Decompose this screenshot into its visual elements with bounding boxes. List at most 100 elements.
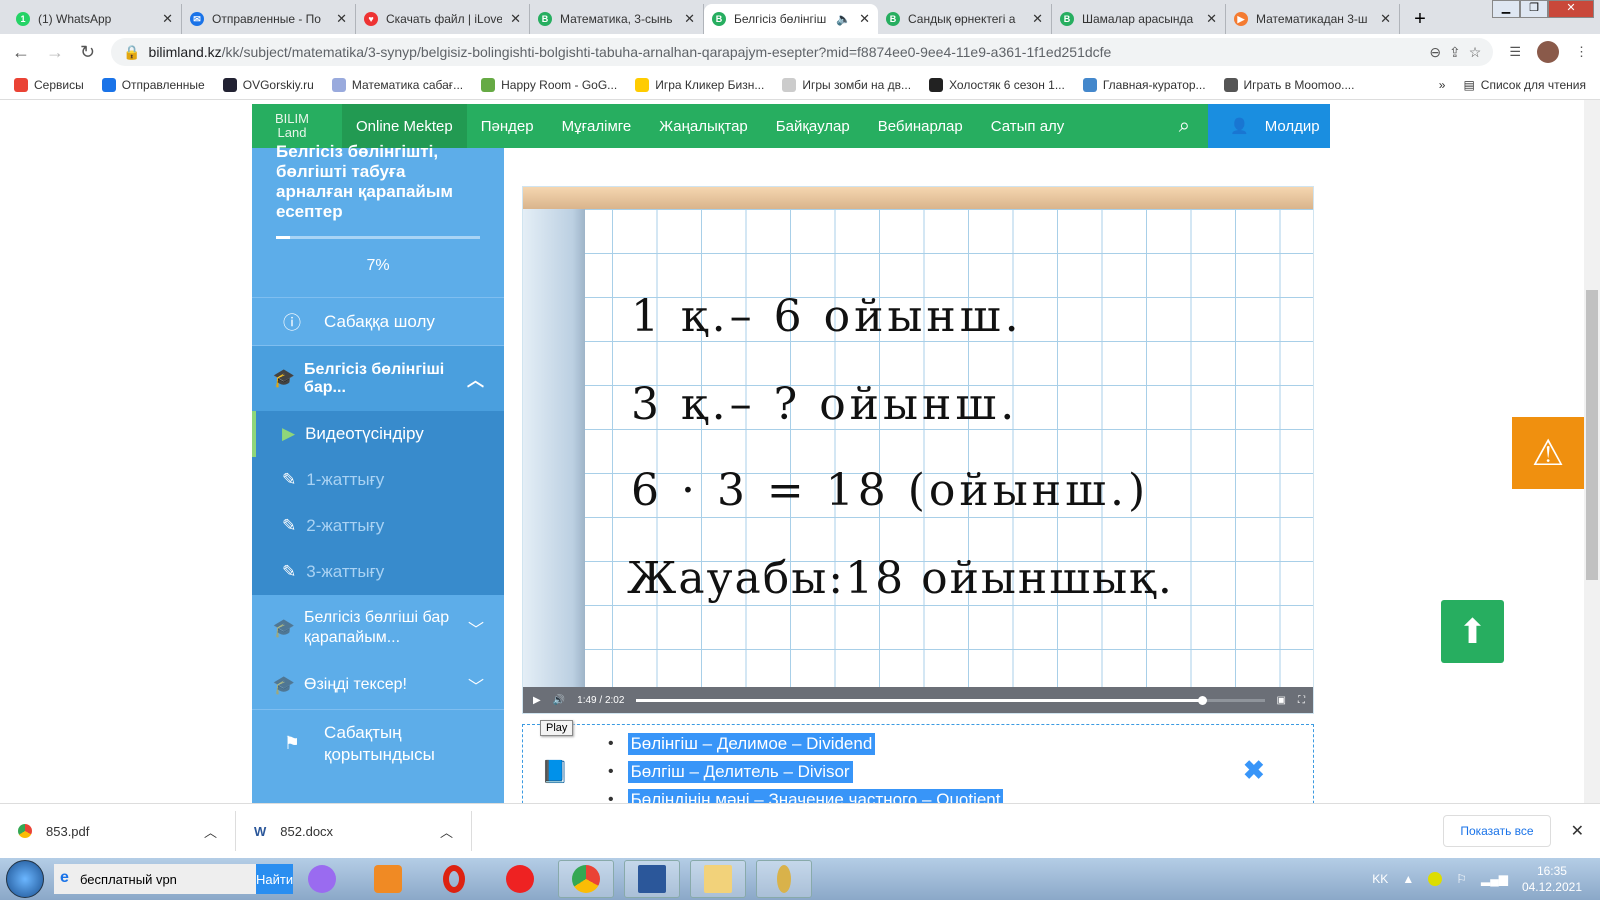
nav-item[interactable]: Байқаулар — [762, 104, 864, 148]
sidebar-item-exercise-2[interactable]: ✎ 2-жаттығу — [252, 503, 504, 549]
close-tab-icon[interactable]: ✕ — [162, 11, 173, 27]
close-tab-icon[interactable]: ✕ — [684, 11, 695, 27]
pip-icon[interactable]: ▣ — [1277, 695, 1286, 706]
taskbar-search-input[interactable] — [54, 864, 256, 894]
close-downloads-icon[interactable]: ✕ — [1571, 821, 1584, 841]
nav-item[interactable]: Сатып алу — [977, 104, 1079, 148]
share-icon[interactable]: ⇪ — [1449, 44, 1461, 61]
close-tab-icon[interactable]: ✕ — [1206, 11, 1217, 27]
close-tab-icon[interactable]: ✕ — [1380, 11, 1391, 27]
action-center-flag-icon[interactable]: ⚐ — [1456, 872, 1467, 886]
opera-icon[interactable] — [426, 860, 482, 898]
seek-bar[interactable] — [636, 695, 1265, 705]
language-indicator[interactable]: KK — [1372, 872, 1388, 886]
sidebar-item-summary[interactable]: ⚑ Сабақтың қорытындысы — [252, 709, 504, 777]
video-player[interactable]: 1 қ.– 6 ойынш. 3 қ.– ? ойынш. 6 · 3 = 18… — [522, 186, 1314, 714]
bookmark[interactable]: OVGorskiy.ru — [222, 77, 314, 92]
play-button[interactable]: ▶ — [533, 695, 541, 706]
browser-tab[interactable]: B Математика, 3-сынь ✕ — [530, 4, 704, 34]
network-icon[interactable]: ▂▄▆ — [1481, 872, 1508, 886]
bookmark[interactable]: Главная-куратор... — [1082, 77, 1206, 92]
report-warning-button[interactable]: ⚠ — [1512, 417, 1584, 489]
browser-tab[interactable]: ▶ Математикадан 3-ш ✕ — [1226, 4, 1400, 34]
show-all-downloads-button[interactable]: Показать все — [1443, 815, 1551, 847]
reading-list[interactable]: ▤ Список для чтения — [1463, 78, 1586, 92]
reload-icon[interactable]: ↻ — [80, 42, 95, 63]
tray-expand-icon[interactable]: ▲ — [1402, 872, 1414, 886]
forward-icon[interactable]: → — [46, 42, 64, 63]
browser-tab[interactable]: ♥ Скачать файл | iLove ✕ — [356, 4, 530, 34]
reading-list-icon[interactable]: ☰ — [1509, 44, 1521, 60]
browser-tab[interactable]: B Сандық өрнектегі а ✕ — [878, 4, 1052, 34]
bookmark[interactable]: Happy Room - GoG... — [481, 77, 618, 92]
audio-playing-icon[interactable]: 🔈 — [836, 12, 851, 26]
bookmark-label: Happy Room - GoG... — [501, 77, 618, 92]
start-button[interactable] — [6, 860, 44, 898]
chevron-up-icon[interactable]: ︿ — [440, 822, 453, 841]
tray-app-icon[interactable] — [1428, 872, 1443, 886]
browser-tab[interactable]: B Шамалар арасында ✕ — [1052, 4, 1226, 34]
close-window-button[interactable]: ✕ — [1548, 0, 1594, 18]
fullscreen-icon[interactable]: ⛶ — [1298, 695, 1305, 706]
clock[interactable]: 16:35 04.12.2021 — [1522, 863, 1582, 895]
yandex-browser-icon[interactable] — [492, 860, 548, 898]
star-icon[interactable]: ☆ — [1469, 44, 1482, 61]
close-glossary-icon[interactable]: ✖ — [1243, 755, 1265, 786]
url-input[interactable]: 🔒 bilimland.kz/kk/subject/matematika/3-s… — [111, 38, 1494, 66]
chevron-up-icon[interactable]: ︿ — [467, 366, 484, 391]
page-scrollbar[interactable] — [1584, 100, 1600, 803]
media-player-icon[interactable] — [360, 860, 416, 898]
alice-icon[interactable] — [294, 860, 350, 898]
close-tab-icon[interactable]: ✕ — [859, 11, 870, 27]
menu-icon[interactable]: ⋮ — [1575, 44, 1588, 60]
browser-tab[interactable]: ✉ Отправленные - По ✕ — [182, 4, 356, 34]
avatar[interactable] — [1537, 41, 1559, 63]
nav-item[interactable]: Жаңалықтар — [645, 104, 761, 148]
chevron-down-icon[interactable]: ﹀ — [468, 616, 484, 640]
chrome-taskbar-icon[interactable] — [558, 860, 614, 898]
sidebar-section-unknown-dividend[interactable]: 🎓 Белгісіз бөлінгіші бар... ︿ — [252, 345, 504, 411]
close-tab-icon[interactable]: ✕ — [336, 11, 347, 27]
close-tab-icon[interactable]: ✕ — [510, 11, 521, 27]
zoom-icon[interactable]: ⊖ — [1429, 44, 1441, 61]
back-icon[interactable]: ← — [12, 42, 30, 63]
maximize-button[interactable]: ❐ — [1520, 0, 1548, 18]
user-icon: 👤 — [1230, 118, 1249, 135]
bilimland-logo[interactable]: BILIM Land — [252, 112, 342, 140]
more-bookmarks-icon[interactable]: » — [1439, 78, 1446, 92]
volume-icon[interactable]: 🔊 — [553, 695, 565, 706]
bookmark[interactable]: Играть в Moomoo.... — [1223, 77, 1354, 92]
sidebar-item-exercise-1[interactable]: ✎ 1-жаттығу — [252, 457, 504, 503]
bookmark[interactable]: Отправленные — [101, 77, 205, 92]
tab-strip: 1 (1) WhatsApp ✕ ✉ Отправленные - По ✕ ♥ Скачат… — [0, 0, 1600, 34]
bookmark[interactable]: Математика сабағ... — [331, 77, 464, 92]
sidebar-item-overview[interactable]: ⓘ Сабаққа шолу — [252, 297, 504, 345]
bookmark[interactable]: Игры зомби на дв... — [782, 77, 911, 92]
download-item[interactable]: W 852.docx ︿ — [236, 811, 472, 851]
nav-item[interactable]: Мұғалімге — [548, 104, 646, 148]
close-tab-icon[interactable]: ✕ — [1032, 11, 1043, 27]
keys-icon[interactable] — [756, 860, 812, 898]
user-menu[interactable]: 👤 Молдир — [1208, 104, 1330, 148]
bookmark[interactable]: Игра Кликер Бизн... — [635, 77, 764, 92]
sidebar-section-self-check[interactable]: 🎓 Өзіңді тексер! ﹀ — [252, 661, 504, 709]
chevron-up-icon[interactable]: ︿ — [204, 822, 217, 841]
word-taskbar-icon[interactable] — [624, 860, 680, 898]
browser-tab[interactable]: B Белгісіз бөлінгіш 🔈 ✕ — [704, 4, 878, 34]
taskbar-search-button[interactable]: Найти — [256, 864, 294, 894]
minimize-button[interactable]: ▁ — [1492, 0, 1520, 18]
bookmark[interactable]: Сервисы — [14, 77, 84, 92]
new-tab-button[interactable]: + — [1406, 5, 1434, 33]
nav-item[interactable]: Вебинарлар — [864, 104, 977, 148]
bookmark[interactable]: Холостяк 6 сезон 1... — [929, 77, 1065, 92]
explorer-icon[interactable] — [690, 860, 746, 898]
search-icon[interactable]: ⌕ — [1161, 115, 1208, 138]
sidebar-item-video[interactable]: ▶ Видеотүсіндіру — [252, 411, 504, 457]
bookmark-label: Математика сабағ... — [351, 77, 464, 92]
scroll-to-top-button[interactable]: ⬆ — [1441, 600, 1504, 663]
browser-tab[interactable]: 1 (1) WhatsApp ✕ — [8, 4, 182, 34]
sidebar-section-unknown-divisor[interactable]: 🎓 Белгісіз бөлгіші бар қарапайым... ﹀ — [252, 595, 504, 661]
sidebar-item-exercise-3[interactable]: ✎ 3-жаттығу — [252, 549, 504, 595]
chevron-down-icon[interactable]: ﹀ — [468, 673, 484, 697]
download-item[interactable]: 853.pdf ︿ — [0, 811, 236, 851]
